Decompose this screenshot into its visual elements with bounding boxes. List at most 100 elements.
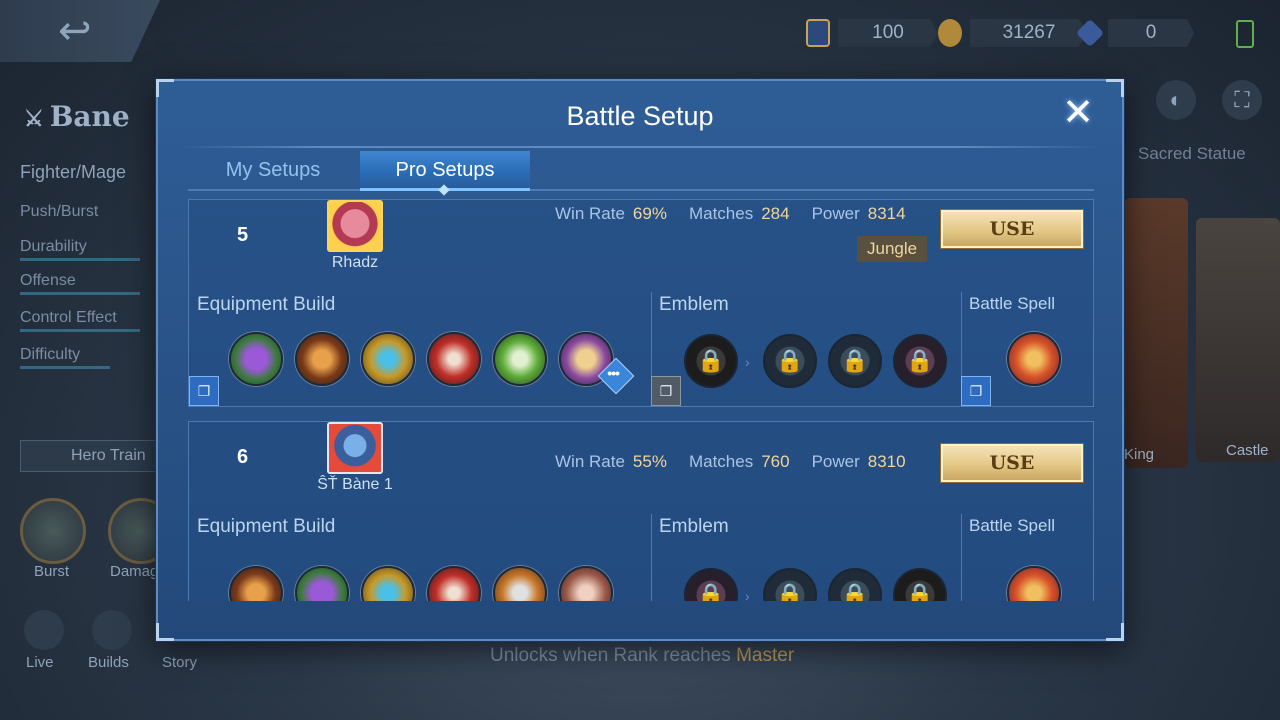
emblem-talent-lock-icon[interactable]: 🔒: [828, 334, 882, 388]
skin-card-castle[interactable]: [1196, 218, 1280, 462]
corner-ornament: [1106, 623, 1124, 641]
emblem-label: Emblem: [659, 294, 729, 315]
battery-icon: [1236, 20, 1254, 48]
setup-tabs: My Setups Pro Setups: [188, 151, 1094, 191]
matches-value: 760: [761, 452, 790, 471]
emblem-talent-lock-icon[interactable]: 🔒: [893, 568, 947, 601]
power-label: Power: [811, 204, 860, 223]
gold-amount: 31267: [970, 19, 1088, 47]
hero-name-text: Bane: [49, 100, 130, 133]
diamond-icon: [1075, 18, 1105, 48]
emblem-talent-lock-icon[interactable]: 🔒: [893, 334, 947, 388]
unlock-hint: Unlocks when Rank reaches Master: [490, 645, 794, 667]
equipment-item-6[interactable]: [559, 566, 613, 601]
sword-icon: ⚔: [24, 106, 44, 132]
matches-value: 284: [761, 204, 790, 223]
emblem-talent-lock-icon[interactable]: 🔒: [763, 568, 817, 601]
setup-stats: Win Rate 69% Matches 284 Power 8314: [555, 204, 906, 224]
stat-bar: [20, 329, 140, 332]
fullscreen-icon[interactable]: ⛶: [1222, 80, 1262, 120]
hero-role: Fighter/Mage: [20, 162, 127, 182]
skin-card-king[interactable]: [1124, 198, 1188, 468]
builds-nav-label: Builds: [88, 654, 129, 671]
hero-training-button[interactable]: Hero Train: [20, 440, 160, 472]
equipment-label: Equipment Build: [197, 516, 336, 537]
battle-setup-dialog: Battle Setup ✕ My Setups Pro Setups 5 Rh…: [156, 79, 1124, 641]
battle-spell-icon[interactable]: [1007, 566, 1061, 601]
chevron-right-icon: ›: [745, 588, 750, 601]
emblem-talent-lock-icon[interactable]: 🔒: [763, 334, 817, 388]
skin-card-king-label: King: [1124, 446, 1155, 463]
tab-my-setups[interactable]: My Setups: [188, 151, 358, 191]
setup-rank: 5: [237, 224, 249, 246]
gold-currency[interactable]: 31267: [938, 18, 1088, 48]
power: Power 8310: [812, 452, 906, 472]
gold-coin-icon: [938, 19, 962, 47]
equipment-item-boots[interactable]: [295, 566, 349, 601]
stat-difficulty: Difficulty: [20, 346, 110, 369]
stat-control: Control Effect: [20, 309, 140, 332]
corner-ornament: [156, 623, 174, 641]
hero-name: ⚔ Bane: [24, 100, 130, 133]
pro-setup-list[interactable]: 5 Rhadz Win Rate 69% Matches 284 Power 8314…: [188, 199, 1094, 601]
back-arrow-icon: ↩: [58, 9, 92, 53]
diamond-currency[interactable]: 0 +: [1075, 18, 1194, 48]
equipment-item-1[interactable]: [229, 566, 283, 601]
diamond-amount: 0: [1108, 19, 1194, 47]
stat-offense: Offense: [20, 272, 140, 295]
title-divider: [180, 146, 1100, 148]
stat-label: Offense: [20, 272, 76, 289]
emblem-main-lock-icon[interactable]: 🔒: [684, 568, 738, 601]
emblem-main-lock-icon[interactable]: 🔒: [684, 334, 738, 388]
setup-rank: 6: [237, 446, 249, 468]
spell-label: Battle Spell: [969, 294, 1055, 313]
copy-spell-icon[interactable]: ❐: [961, 376, 991, 406]
player-avatar[interactable]: [327, 422, 383, 474]
stat-label: Control Effect: [20, 309, 117, 326]
role-tag: Jungle: [857, 236, 928, 262]
copy-emblem-icon[interactable]: ❐: [651, 376, 681, 406]
setup-card-5: 5 Rhadz Win Rate 69% Matches 284 Power 8314…: [188, 199, 1094, 407]
live-nav-icon[interactable]: [24, 610, 64, 650]
setup-card-6: 6 ŜŤ Bàne 1 Win Rate 55% Matches 760 Power…: [188, 421, 1094, 601]
power-value: 8314: [867, 204, 906, 223]
spell-label: Battle Spell: [969, 516, 1055, 535]
stat-push-burst: Push/Burst: [20, 203, 99, 220]
equipment-item-5[interactable]: [493, 566, 547, 601]
ellipsis-icon: •••: [607, 365, 619, 382]
battle-spell-icon[interactable]: [1007, 332, 1061, 386]
player-name: ŜŤ Bàne 1: [317, 476, 393, 493]
copy-equipment-icon[interactable]: ❐: [189, 376, 219, 406]
corner-ornament: [156, 79, 174, 97]
equipment-item-3[interactable]: [361, 566, 415, 601]
equipment-item-4[interactable]: [427, 566, 481, 601]
use-button[interactable]: USE: [941, 210, 1083, 248]
equipment-item-4[interactable]: [427, 332, 481, 386]
use-button[interactable]: USE: [941, 444, 1083, 482]
story-nav-label[interactable]: Story: [162, 654, 197, 671]
burst-build-circle[interactable]: [20, 498, 86, 564]
builds-nav-icon[interactable]: [92, 610, 132, 650]
back-button[interactable]: ↩: [0, 0, 160, 62]
tab-pro-setups[interactable]: Pro Setups: [360, 151, 530, 191]
equipment-item-5[interactable]: [493, 332, 547, 386]
player-avatar[interactable]: [327, 200, 383, 252]
player-name: Rhadz: [331, 254, 379, 271]
equipment-label: Equipment Build: [197, 294, 336, 315]
emblem-talent-lock-icon[interactable]: 🔒: [828, 568, 882, 601]
close-button[interactable]: ✕: [1060, 94, 1096, 132]
win-rate-value: 69%: [632, 204, 667, 223]
sound-icon[interactable]: ◐: [1156, 80, 1196, 120]
win-rate-label: Win Rate: [555, 204, 625, 223]
sacred-statue-tab[interactable]: Sacred Statue: [1138, 144, 1246, 164]
matches-label: Matches: [688, 204, 754, 223]
stat-label: Difficulty: [20, 346, 81, 363]
equipment-item-3[interactable]: [361, 332, 415, 386]
ticket-currency[interactable]: 100: [806, 18, 938, 48]
stat-bar: [20, 292, 140, 295]
equipment-item-boots[interactable]: [229, 332, 283, 386]
live-nav-label: Live: [26, 654, 54, 671]
stat-label: Durability: [20, 238, 87, 255]
power-label: Power: [811, 452, 860, 471]
equipment-item-2[interactable]: [295, 332, 349, 386]
